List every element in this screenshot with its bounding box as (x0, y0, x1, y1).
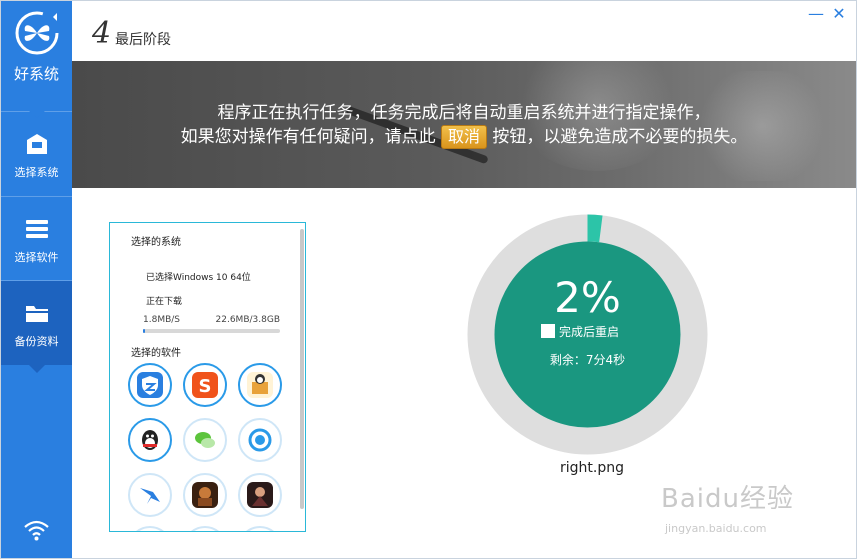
banner-line-2-after: 按钮，以避免造成不必要的损失。 (492, 127, 748, 147)
app-item[interactable] (128, 473, 172, 517)
nav-item-select-system[interactable]: 选择系统 (1, 112, 72, 196)
banner-line-1: 程序正在执行任务，任务完成后将自动重启系统并进行指定操作， (217, 103, 711, 123)
download-progress-fill (143, 329, 145, 333)
sogou-input-icon: S (192, 372, 218, 398)
checkbox-box[interactable] (541, 324, 555, 338)
qq-penguin-icon (137, 427, 163, 453)
download-status: 正在下载 (146, 297, 183, 307)
image-caption: right.png (560, 460, 624, 476)
app-item[interactable]: S (183, 363, 227, 407)
app-item[interactable] (238, 363, 282, 407)
app-item[interactable] (128, 363, 172, 407)
app-item[interactable] (183, 526, 227, 531)
restart-label: 完成后重启 (559, 325, 620, 339)
nav-label: 选择系统 (14, 166, 59, 179)
selected-system-text: 已选择Windows 10 64位 (146, 273, 251, 283)
banner-text: 程序正在执行任务，任务完成后将自动重启系统并进行指定操作， 如果您对操作有任何疑… (72, 101, 856, 149)
wechat-icon (192, 427, 218, 453)
baidu-watermark: Baidu经验 jingyan.baidu.com (661, 478, 831, 538)
app-item[interactable] (183, 418, 227, 462)
security-shield-icon (137, 372, 163, 398)
app-item[interactable] (238, 473, 282, 517)
nav-item-backup-data[interactable]: 备份资料 (1, 281, 72, 365)
panel-scrollbar[interactable] (300, 229, 304, 509)
svg-text:S: S (199, 376, 212, 397)
cancel-button[interactable]: 取消 (440, 125, 487, 149)
system-icon (27, 134, 47, 154)
nav-item-select-software[interactable]: 选择软件 (1, 197, 72, 281)
close-button[interactable]: ✕ (830, 5, 848, 23)
software-section-title: 选择的软件 (131, 348, 181, 359)
system-section-title: 选择的系统 (131, 237, 181, 248)
banner-line-2: 如果您对操作有任何疑问，请点此 取消 按钮，以避免造成不必要的损失。 (72, 125, 856, 149)
bird-app-icon (137, 482, 163, 508)
browser-icon (247, 427, 273, 453)
app-window: 好系统 选择系统 选择软件 备份资料 4 最后阶段 — ✕ 程序正在执行任务，任… (0, 0, 857, 559)
step-title: 最后阶段 (115, 32, 171, 48)
sidebar: 好系统 选择系统 选择软件 备份资料 (1, 1, 72, 558)
notice-banner: 程序正在执行任务，任务完成后将自动重启系统并进行指定操作， 如果您对操作有任何疑… (72, 61, 856, 188)
selection-panel: 选择的系统 已选择Windows 10 64位 正在下载 1.8MB/S 22.… (109, 222, 306, 532)
app-item[interactable] (238, 526, 282, 531)
remaining-time: 剩余：7分4秒 (549, 353, 626, 367)
app-item[interactable] (183, 473, 227, 517)
download-size: 22.6MB/3.8GB (215, 315, 280, 325)
menu-icon (26, 220, 48, 238)
app-item[interactable] (128, 418, 172, 462)
step-number: 4 (92, 16, 112, 51)
download-speed: 1.8MB/S (143, 315, 180, 325)
minimize-button[interactable]: — (807, 5, 825, 23)
nav-label: 备份资料 (14, 335, 59, 348)
restart-checkbox[interactable]: 完成后重启 (541, 323, 701, 340)
banner-line-2-before: 如果您对操作有任何疑问，请点此 (180, 127, 436, 147)
download-progress-bar (143, 329, 280, 333)
download-stats: 1.8MB/S 22.6MB/3.8GB (143, 315, 280, 325)
watermark-url: jingyan.baidu.com (665, 522, 767, 535)
game-icon (192, 482, 218, 508)
nav-label: 选择软件 (14, 251, 59, 264)
header: 4 最后阶段 — ✕ (72, 1, 856, 61)
active-indicator (29, 365, 45, 373)
game-character-icon (247, 482, 273, 508)
brand: 好系统 (1, 1, 72, 111)
app-item[interactable] (238, 418, 282, 462)
progress-percent: 2% (554, 273, 621, 322)
brand-logo-icon (15, 11, 59, 55)
watermark-text: Baidu经验 (661, 484, 794, 514)
package-icon (247, 372, 273, 398)
app-item[interactable] (128, 526, 172, 531)
wifi-icon[interactable] (23, 519, 50, 541)
folder-icon (26, 306, 48, 322)
brand-name: 好系统 (13, 65, 59, 83)
